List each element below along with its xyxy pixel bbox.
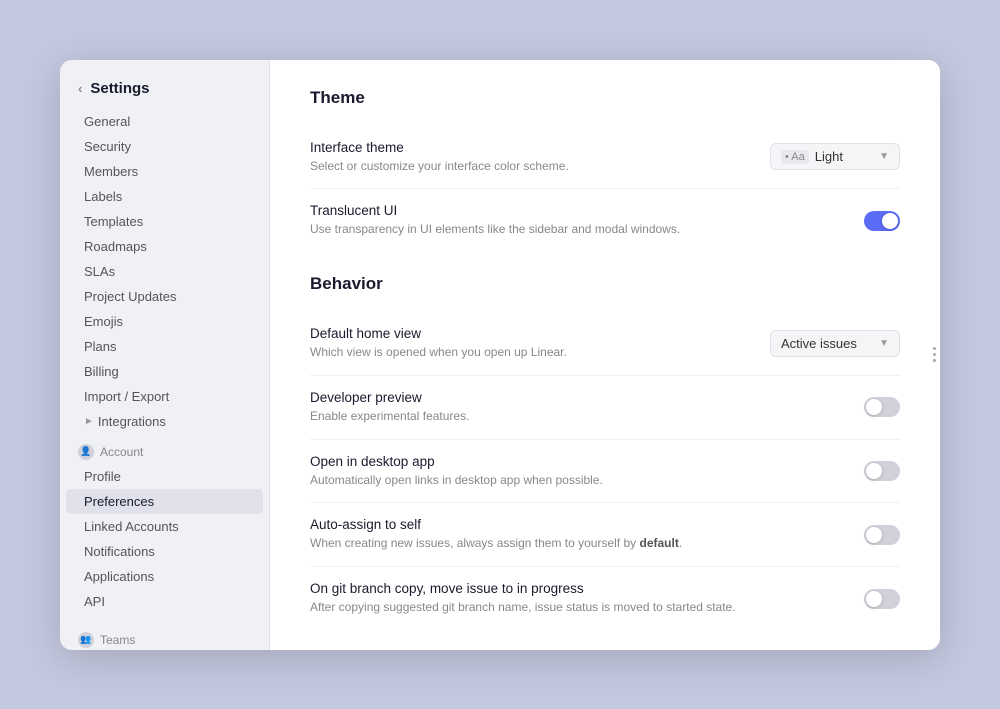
theme-dropdown-content: • Aa Light [781, 149, 843, 164]
default-home-view-label: Default home view [310, 326, 750, 341]
sidebar-item-roadmaps[interactable]: Roadmaps [66, 234, 263, 259]
sidebar-item-labels[interactable]: Labels [66, 184, 263, 209]
account-section-header: 👤 Account [60, 434, 269, 464]
chevron-down-icon: ▼ [879, 151, 889, 162]
open-desktop-row: Open in desktop app Automatically open l… [310, 440, 900, 504]
sidebar-item-project-updates[interactable]: Project Updates [66, 284, 263, 309]
sidebar-item-plans[interactable]: Plans [66, 334, 263, 359]
theme-title: Theme [310, 88, 900, 108]
interface-theme-row: Interface theme Select or customize your… [310, 126, 900, 190]
sidebar-item-notifications[interactable]: Notifications [66, 539, 263, 564]
interface-theme-info: Interface theme Select or customize your… [310, 140, 750, 175]
sidebar-item-import-export[interactable]: Import / Export [66, 384, 263, 409]
theme-value: Light [815, 149, 843, 164]
behavior-section: Behavior Default home view Which view is… [310, 274, 900, 630]
git-branch-desc: After copying suggested git branch name,… [310, 599, 844, 616]
sidebar-item-emojis[interactable]: Emojis [66, 309, 263, 334]
sidebar-item-preferences[interactable]: Preferences [66, 489, 263, 514]
sidebar-item-linked-accounts[interactable]: Linked Accounts [66, 514, 263, 539]
auto-assign-desc: When creating new issues, always assign … [310, 535, 844, 552]
back-icon[interactable]: ‹ [78, 81, 82, 96]
sidebar-item-profile[interactable]: Profile [66, 464, 263, 489]
interface-theme-dropdown[interactable]: • Aa Light ▼ [770, 143, 900, 170]
toggle-slider [864, 589, 900, 609]
main-content: Theme Interface theme Select or customiz… [270, 60, 940, 650]
open-desktop-label: Open in desktop app [310, 454, 844, 469]
default-home-view-desc: Which view is opened when you open up Li… [310, 344, 750, 361]
default-home-view-row: Default home view Which view is opened w… [310, 312, 900, 376]
auto-assign-row: Auto-assign to self When creating new is… [310, 503, 900, 567]
sidebar-item-applications[interactable]: Applications [66, 564, 263, 589]
developer-preview-row: Developer preview Enable experimental fe… [310, 376, 900, 440]
developer-preview-toggle[interactable] [864, 397, 900, 417]
default-home-view-dropdown[interactable]: Active issues ▼ [770, 330, 900, 357]
sidebar-item-templates[interactable]: Templates [66, 209, 263, 234]
toggle-slider [864, 525, 900, 545]
git-branch-row: On git branch copy, move issue to in pro… [310, 567, 900, 630]
translucent-ui-toggle[interactable] [864, 211, 900, 231]
git-branch-label: On git branch copy, move issue to in pro… [310, 581, 844, 596]
settings-window: ‹ Settings General Security Members Labe… [60, 60, 940, 650]
developer-preview-info: Developer preview Enable experimental fe… [310, 390, 844, 425]
auto-assign-info: Auto-assign to self When creating new is… [310, 517, 844, 552]
translucent-ui-label: Translucent UI [310, 203, 844, 218]
developer-preview-desc: Enable experimental features. [310, 408, 844, 425]
chevron-down-icon: ▼ [879, 338, 889, 349]
auto-assign-label: Auto-assign to self [310, 517, 844, 532]
git-branch-info: On git branch copy, move issue to in pro… [310, 581, 844, 616]
resize-handle[interactable] [932, 335, 936, 375]
toggle-slider [864, 211, 900, 231]
sidebar-title: ‹ Settings [60, 76, 269, 109]
chevron-right-icon: ► [84, 416, 94, 427]
theme-aa-label: • Aa [781, 150, 809, 164]
sidebar-item-slas[interactable]: SLAs [66, 259, 263, 284]
interface-theme-label: Interface theme [310, 140, 750, 155]
default-home-view-info: Default home view Which view is opened w… [310, 326, 750, 361]
developer-preview-label: Developer preview [310, 390, 844, 405]
open-desktop-desc: Automatically open links in desktop app … [310, 472, 844, 489]
open-desktop-toggle[interactable] [864, 461, 900, 481]
theme-section: Theme Interface theme Select or customiz… [310, 88, 900, 253]
toggle-slider [864, 461, 900, 481]
teams-icon: 👥 [78, 632, 94, 648]
behavior-title: Behavior [310, 274, 900, 294]
open-desktop-info: Open in desktop app Automatically open l… [310, 454, 844, 489]
teams-section-header: 👥 Teams [60, 622, 269, 650]
translucent-ui-info: Translucent UI Use transparency in UI el… [310, 203, 844, 238]
sidebar-item-members[interactable]: Members [66, 159, 263, 184]
interface-theme-desc: Select or customize your interface color… [310, 158, 750, 175]
account-icon: 👤 [78, 444, 94, 460]
sidebar-item-billing[interactable]: Billing [66, 359, 263, 384]
translucent-ui-row: Translucent UI Use transparency in UI el… [310, 189, 900, 252]
sidebar-item-api[interactable]: API [66, 589, 263, 614]
auto-assign-toggle[interactable] [864, 525, 900, 545]
sidebar-item-integrations[interactable]: ► Integrations [66, 409, 263, 434]
sidebar-item-security[interactable]: Security [66, 134, 263, 159]
home-view-value: Active issues [781, 336, 857, 351]
sidebar-item-general[interactable]: General [66, 109, 263, 134]
workspace-nav: General Security Members Labels Template… [60, 109, 269, 409]
git-branch-toggle[interactable] [864, 589, 900, 609]
sidebar: ‹ Settings General Security Members Labe… [60, 60, 270, 650]
translucent-ui-desc: Use transparency in UI elements like the… [310, 221, 844, 238]
toggle-slider [864, 397, 900, 417]
